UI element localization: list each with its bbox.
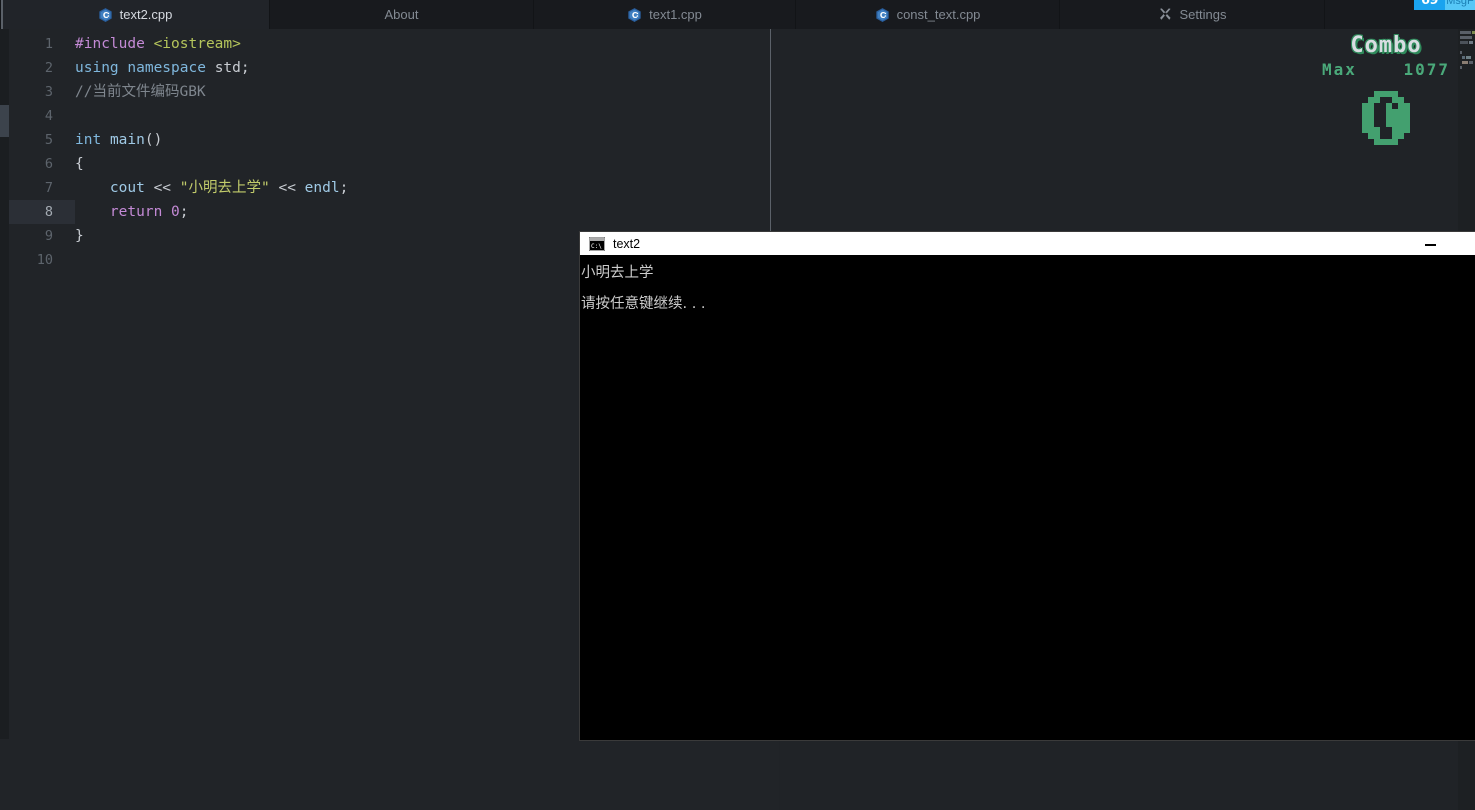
- minimap-line: [1460, 41, 1468, 44]
- combo-counter-widget: Combo Max 1077: [1321, 33, 1451, 145]
- minimap-line: [1466, 56, 1471, 59]
- tab-label: text2.cpp: [119, 7, 173, 22]
- tab-about[interactable]: About: [270, 0, 534, 29]
- code-token: }: [75, 228, 84, 244]
- minimap-line: [1460, 36, 1472, 39]
- svg-text:C:\: C:\: [591, 243, 602, 250]
- code-token: endl: [304, 180, 340, 196]
- code-text: using namespace std;: [75, 56, 250, 80]
- tab-label: Settings: [1179, 7, 1227, 22]
- tab-text1-cpp[interactable]: C text1.cpp: [534, 0, 796, 29]
- code-token: 0: [171, 204, 180, 220]
- line-number: 3: [44, 84, 53, 100]
- cpp-file-icon: C: [627, 7, 642, 23]
- cmd-console-icon: C:\: [588, 236, 606, 251]
- editor-tab-bar: C text2.cpp About C text1.cpp C const_te…: [0, 0, 1475, 29]
- code-token: main: [109, 132, 145, 148]
- minimap-line: [1460, 51, 1462, 54]
- code-token: return: [75, 204, 163, 220]
- code-token: std;: [205, 60, 250, 76]
- code-text: cout << "小明去上学" << endl;: [75, 176, 348, 200]
- code-text: int main(): [75, 128, 162, 152]
- code-token: "小明去上学": [179, 180, 270, 196]
- code-line[interactable]: 7 cout << "小明去上学" << endl;: [9, 176, 779, 200]
- minimize-icon: [1424, 243, 1436, 246]
- line-number: 5: [44, 132, 53, 148]
- line-number: 2: [44, 60, 53, 76]
- tab-label: About: [384, 7, 419, 22]
- code-line[interactable]: 1 #include <iostream>: [9, 32, 779, 56]
- combo-max: Max 1077: [1321, 60, 1451, 79]
- code-token: (): [144, 132, 163, 148]
- badge-suffix: MsgF: [1445, 0, 1475, 10]
- code-token: using: [75, 60, 119, 76]
- minimap-line: [1469, 41, 1473, 44]
- console-output-line: 请按任意键继续. . .: [581, 296, 706, 312]
- code-token: <<: [269, 180, 305, 196]
- minimap-line: [1460, 66, 1462, 69]
- line-number: 1: [44, 36, 53, 52]
- code-token: int: [75, 132, 102, 148]
- cpp-file-icon: C: [875, 7, 890, 23]
- code-line[interactable]: 8 return 0;: [9, 200, 779, 224]
- code-text: return 0;: [75, 200, 189, 224]
- console-output-line: 小明去上学: [581, 265, 654, 281]
- scrollbar-thumb[interactable]: [0, 105, 9, 137]
- console-title-bar[interactable]: C:\ text2: [580, 232, 1475, 255]
- tab-label: const_text.cpp: [896, 7, 981, 22]
- console-output[interactable]: 小明去上学请按任意键继续. . .: [580, 255, 1475, 740]
- line-number: 4: [44, 108, 53, 124]
- vscode-window: C text2.cpp About C text1.cpp C const_te…: [0, 0, 1475, 810]
- console-title-text: text2: [613, 236, 641, 251]
- code-token: namespace: [127, 60, 206, 76]
- minimap-line: [1469, 61, 1473, 64]
- code-line[interactable]: 5 int main(): [9, 128, 779, 152]
- code-line[interactable]: 3 //当前文件编码GBK: [9, 80, 779, 104]
- code-text: {: [75, 152, 84, 176]
- minimap-line: [1462, 61, 1468, 64]
- wrench-screwdriver-icon: [1158, 7, 1173, 22]
- code-text: //当前文件编码GBK: [75, 80, 206, 104]
- combo-title: Combo: [1350, 33, 1422, 58]
- line-number: 6: [44, 156, 53, 172]
- code-token: //当前文件编码GBK: [75, 84, 206, 100]
- minimap-line: [1460, 31, 1471, 34]
- line-number: 7: [44, 180, 53, 196]
- code-token: {: [75, 156, 84, 172]
- cpp-file-icon: C: [98, 7, 113, 23]
- combo-max-value: 1077: [1403, 60, 1450, 79]
- tab-settings[interactable]: Settings: [1060, 0, 1325, 29]
- console-minimize-button[interactable]: [1408, 232, 1452, 255]
- minimap-line: [1462, 56, 1465, 59]
- line-number: 9: [44, 228, 53, 244]
- code-text: #include <iostream>: [75, 32, 241, 56]
- code-line[interactable]: 4: [9, 104, 779, 128]
- notification-badge[interactable]: 69 MsgF: [1414, 0, 1475, 10]
- editor-left-rail: [0, 29, 9, 810]
- combo-max-label: Max: [1322, 60, 1357, 79]
- line-number: 8: [9, 200, 75, 224]
- code-token: ;: [339, 180, 349, 196]
- badge-count: 69: [1414, 0, 1445, 10]
- tab-text2-cpp[interactable]: C text2.cpp: [0, 0, 270, 29]
- console-window[interactable]: C:\ text2 小明去上学请按任意键继续. . .: [580, 232, 1475, 740]
- code-line[interactable]: 2 using namespace std;: [9, 56, 779, 80]
- code-token: #include: [75, 36, 154, 52]
- tab-label: text1.cpp: [649, 7, 702, 22]
- code-token: <<: [144, 180, 180, 196]
- line-number: 10: [36, 252, 53, 268]
- code-token: <iostream>: [153, 36, 241, 52]
- code-token: ;: [179, 204, 189, 220]
- combo-pixel-digit: [1356, 91, 1416, 145]
- code-text: }: [75, 224, 84, 248]
- tab-const-text-cpp[interactable]: C const_text.cpp: [796, 0, 1060, 29]
- code-line[interactable]: 6{: [9, 152, 779, 176]
- code-token: cout: [75, 180, 145, 196]
